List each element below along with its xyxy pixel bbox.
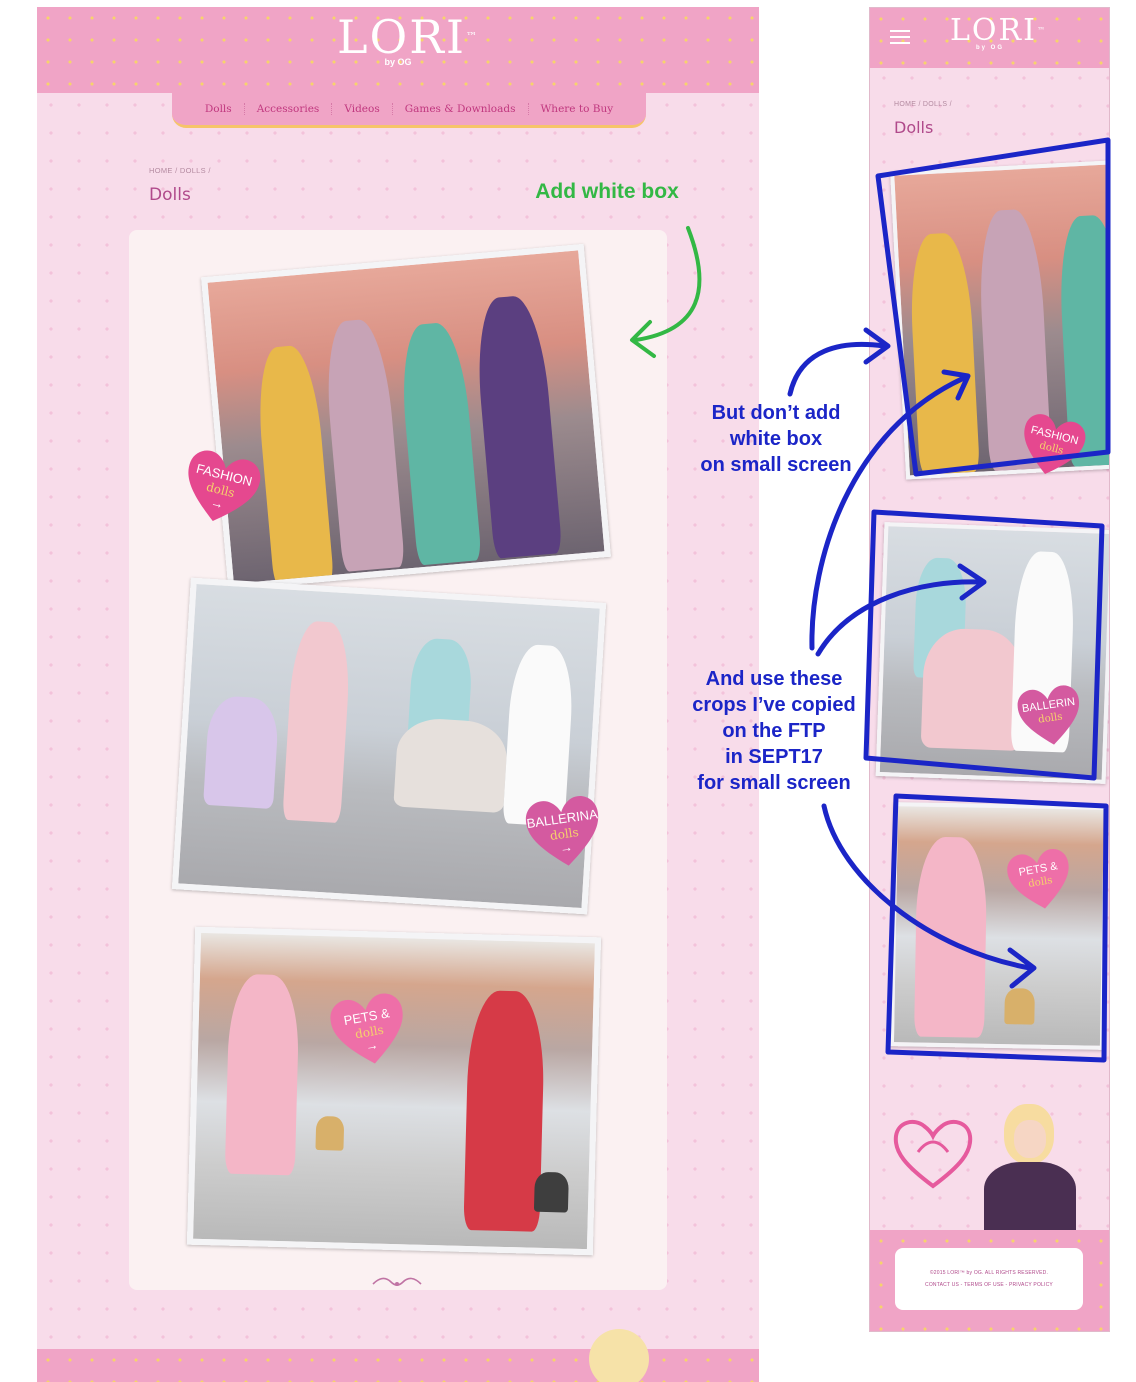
- annotation-line: white box: [729, 428, 823, 450]
- annotation-line: for small screen: [697, 772, 851, 794]
- annotation-line: crops I’ve copied: [692, 694, 856, 716]
- annotation-line: on the FTP: [722, 720, 826, 742]
- annotation-line: on small screen: [700, 454, 852, 476]
- annotation-line: in SEPT17: [725, 746, 823, 768]
- annotation-use-crops: And use these crops I’ve copied on the F…: [676, 666, 872, 796]
- annotation-line: And use these: [705, 668, 843, 690]
- annotation-no-white-box: But don’t add white box on small screen: [680, 400, 872, 478]
- annotation-line: But don’t add: [711, 402, 841, 424]
- annotation-arrows: [630, 137, 1111, 1063]
